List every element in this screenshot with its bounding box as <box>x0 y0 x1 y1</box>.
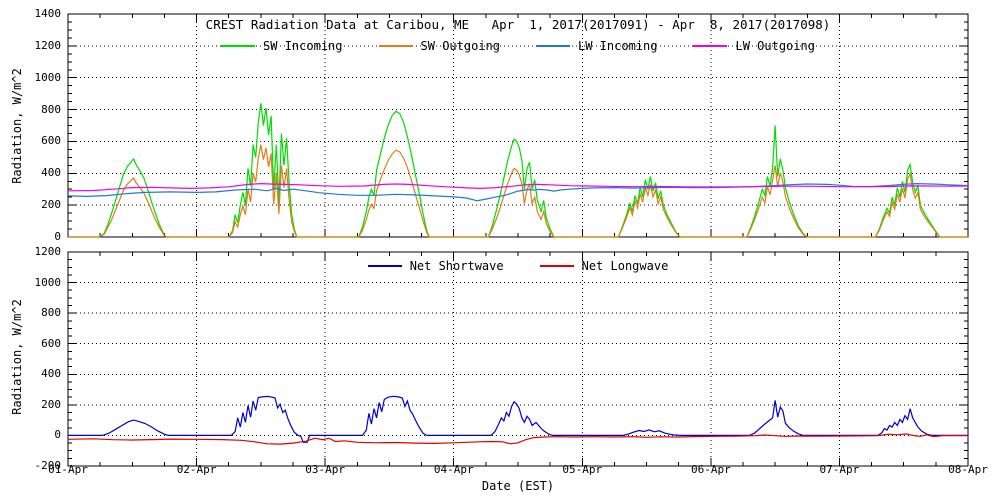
legend-label: Net Longwave <box>581 259 669 273</box>
y-tick-label: 200 <box>41 397 61 411</box>
legend-line-swatch <box>221 45 256 47</box>
legend-label: Net Shortwave <box>409 259 504 273</box>
legend-line-swatch <box>536 45 570 47</box>
bottom-panel-legend: Net Shortwave Net Longwave <box>68 259 968 273</box>
y-tick-label: 1400 <box>34 7 62 20</box>
y-tick-label: 1000 <box>34 275 62 289</box>
top-panel-legend: SW Incoming SW Outgoing LW Incoming LW Outg… <box>68 39 968 53</box>
x-tick-label: 03-Apr <box>305 463 346 476</box>
bottom-y-axis-label: Radiation, W/m^2 <box>10 299 24 415</box>
x-tick-label: 01-Apr <box>48 463 88 476</box>
y-tick-label: 800 <box>41 306 61 320</box>
legend-item: Net Shortwave <box>367 259 504 273</box>
legend-label: SW Incoming <box>263 39 343 53</box>
legend-line-swatch <box>539 265 574 267</box>
y-tick-label: 1200 <box>34 38 62 52</box>
legend-item: LW Incoming <box>536 39 657 53</box>
legend-item: SW Incoming <box>221 39 343 53</box>
legend-line-swatch <box>378 45 413 47</box>
y-tick-label: 600 <box>41 336 61 350</box>
chart-canvas <box>67 13 969 467</box>
legend-line-swatch <box>693 45 728 47</box>
legend-item: Net Longwave <box>539 259 669 273</box>
x-tick-label: 06-Apr <box>690 463 731 476</box>
legend-label: LW Outgoing <box>735 39 815 53</box>
legend-label: SW Outgoing <box>420 39 500 53</box>
y-tick-label: 0 <box>54 428 61 442</box>
y-tick-label: 400 <box>41 166 61 180</box>
series-line <box>68 395 968 443</box>
y-tick-label: 400 <box>41 367 61 381</box>
x-tick-label: 02-Apr <box>176 463 217 476</box>
series-line <box>68 103 968 238</box>
x-tick-label: 05-Apr <box>562 463 603 476</box>
legend-item: LW Outgoing <box>693 39 815 53</box>
y-tick-label: 1000 <box>34 70 62 84</box>
x-tick-label: 08-Apr <box>948 463 988 476</box>
y-tick-label: 1200 <box>34 245 62 258</box>
y-tick-label: 200 <box>41 198 61 212</box>
y-tick-label: 0 <box>54 230 61 243</box>
legend-label: LW Incoming <box>578 39 658 53</box>
chart-title: CREST Radiation Data at Caribou, ME Apr … <box>205 17 831 32</box>
legend-item: SW Outgoing <box>378 39 500 53</box>
crest-radiation-chart: CREST Radiation Data at Caribou, ME Apr … <box>0 0 1000 500</box>
x-tick-label: 07-Apr <box>819 463 860 476</box>
y-tick-label: 800 <box>41 102 61 116</box>
x-tick-label: 04-Apr <box>433 463 474 476</box>
x-axis-label: Date (EST) <box>481 479 555 493</box>
legend-line-swatch <box>367 265 402 267</box>
y-tick-label: 600 <box>41 134 61 148</box>
